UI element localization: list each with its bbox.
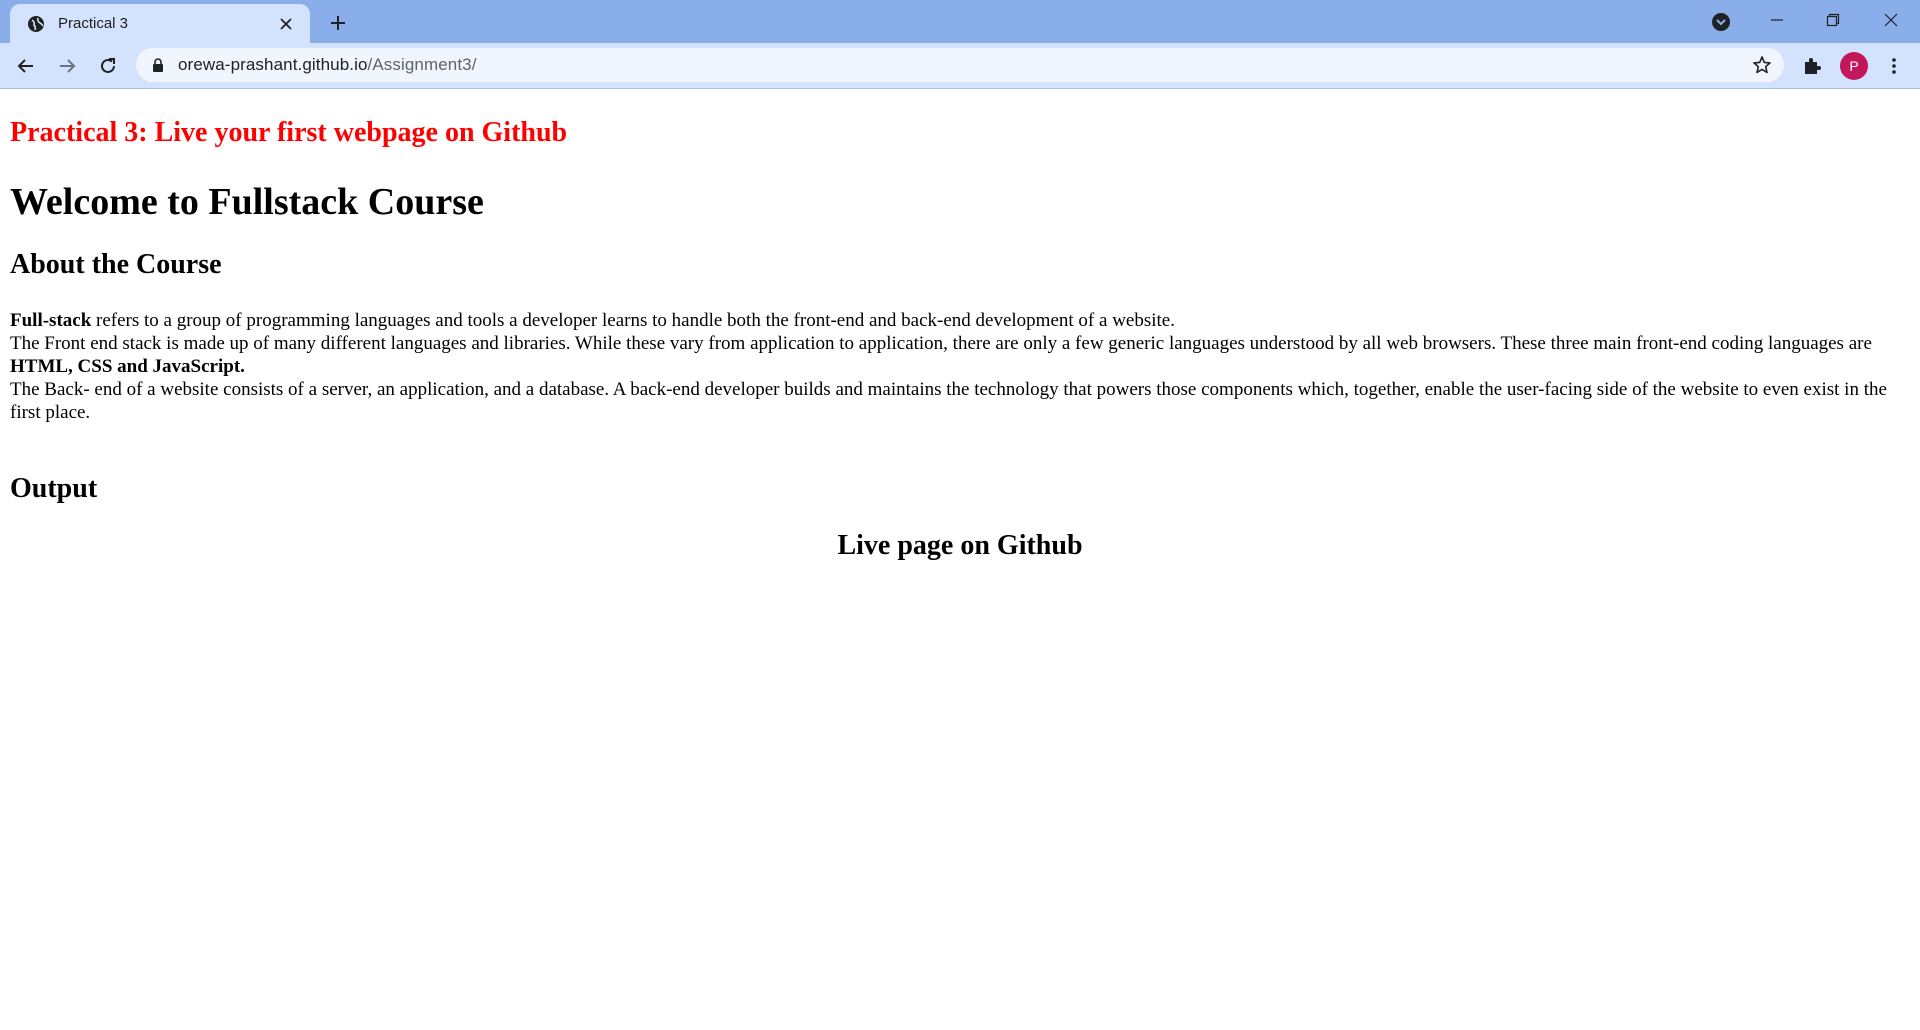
- para2-text: The Front end stack is made up of many d…: [10, 333, 1872, 354]
- about-heading: About the Course: [10, 249, 222, 280]
- restore-icon[interactable]: [1808, 0, 1858, 40]
- reload-icon[interactable]: [92, 50, 124, 82]
- languages-term: HTML, CSS and JavaScript.: [10, 356, 245, 377]
- avatar[interactable]: P: [1840, 52, 1868, 80]
- extensions-icon[interactable]: [1796, 50, 1828, 82]
- globe-icon: [26, 14, 46, 34]
- para1-text: refers to a group of programming languag…: [91, 310, 1175, 331]
- tab-title: Practical 3: [58, 15, 129, 32]
- back-arrow-icon[interactable]: [10, 50, 42, 82]
- close-icon[interactable]: [274, 12, 298, 36]
- forward-arrow-icon[interactable]: [51, 50, 83, 82]
- practical-title: Practical 3: Live your first webpage on …: [10, 117, 568, 148]
- fullstack-term: Full-stack: [10, 310, 92, 331]
- url-text[interactable]: orewa-prashant.github.io/Assignment3/: [178, 55, 477, 75]
- url-host: orewa-prashant.github.io: [178, 55, 368, 74]
- url-path: /Assignment3/: [367, 55, 477, 74]
- browser-toolbar: orewa-prashant.github.io/Assignment3/ P: [0, 43, 1920, 89]
- course-description: Full-stack refers to a group of programm…: [10, 309, 1910, 424]
- para3-text: The Back- end of a website consists of a…: [10, 379, 1887, 423]
- more-menu-icon[interactable]: [1878, 50, 1910, 82]
- lock-icon[interactable]: [150, 57, 166, 73]
- output-heading: Output: [10, 473, 98, 504]
- plus-icon[interactable]: [324, 9, 352, 37]
- welcome-heading: Welcome to Fullstack Course: [10, 181, 484, 223]
- browser-titlebar: Practical 3: [0, 0, 1920, 43]
- address-bar[interactable]: orewa-prashant.github.io/Assignment3/: [136, 48, 1784, 82]
- minimize-icon[interactable]: [1752, 0, 1802, 40]
- window-close-icon[interactable]: [1866, 0, 1916, 40]
- page-viewport: Practical 3: Live your first webpage on …: [0, 89, 1920, 1030]
- browser-tab[interactable]: Practical 3: [10, 4, 310, 43]
- star-icon[interactable]: [1750, 53, 1774, 77]
- live-heading: Live page on Github: [837, 530, 1083, 561]
- tab-search-icon[interactable]: [1708, 9, 1734, 35]
